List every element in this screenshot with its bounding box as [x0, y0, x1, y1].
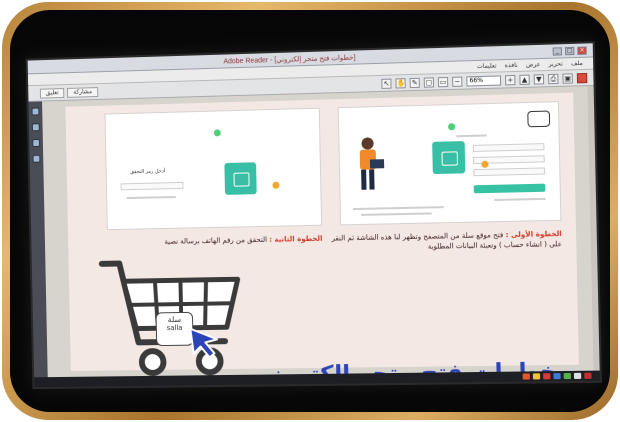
window-controls: _ □ ×: [552, 45, 587, 56]
page-down-icon[interactable]: ▼: [533, 73, 545, 85]
maximize-button[interactable]: □: [564, 46, 575, 55]
tab-strip: تعليق مشاركة: [39, 86, 99, 99]
phone-field: [473, 167, 546, 177]
signup-button: [473, 183, 546, 194]
step-one-caption: الخطوة الأولى : فتح موقع سلة من المتصفح …: [331, 229, 562, 254]
menu-item-window[interactable]: نافذة: [505, 62, 518, 69]
orange-dot-icon: [272, 181, 280, 189]
menu-item-file[interactable]: ملف: [571, 60, 583, 67]
salla-logo-icon: [527, 110, 551, 128]
caption-line: [361, 212, 432, 216]
tool-comment-icon[interactable]: ✎: [409, 77, 420, 88]
step-two-label: الخطوة الثانية :: [269, 234, 323, 244]
zoom-out-icon[interactable]: −: [452, 76, 463, 87]
verify-code-text: أدخل رمز التحقق: [130, 168, 166, 176]
dark-background: Adobe Reader - [خطوات فتح متجر إلكتروني]…: [10, 10, 610, 412]
menu-item-help[interactable]: تعليمات: [477, 62, 497, 70]
tab-comment[interactable]: تعليق: [39, 87, 65, 99]
menu-item-edit[interactable]: تحرير: [549, 60, 563, 68]
pages-panel-icon[interactable]: [31, 107, 40, 116]
store-bag-icon: [224, 162, 257, 195]
taskbar-app-icon[interactable]: [553, 373, 561, 380]
taskbar-app-icon[interactable]: [563, 372, 571, 380]
taskbar-app-icon[interactable]: [543, 373, 551, 380]
salla-verify-screenshot: أدخل رمز التحقق: [104, 107, 323, 231]
mouse-pointer-icon: [187, 325, 221, 359]
form-line: [126, 195, 176, 200]
toolbar-spacer: [102, 84, 378, 92]
zoom-in-icon[interactable]: +: [505, 74, 516, 85]
taskbar-app-icon[interactable]: [522, 373, 530, 380]
zoom-field[interactable]: 66%: [466, 74, 502, 86]
print-icon[interactable]: ⎙: [548, 73, 559, 84]
step-two-text: التحقق من رقم الهاتف برسالة نصية: [164, 235, 268, 246]
minimize-button[interactable]: _: [552, 46, 563, 56]
form-line: [456, 134, 487, 138]
taskbar-app-icon[interactable]: [584, 372, 592, 379]
save-icon[interactable]: ▣: [562, 72, 573, 84]
green-dot-icon: [213, 129, 221, 137]
salla-signup-screenshot: [337, 101, 562, 226]
attachments-panel-icon[interactable]: [32, 138, 41, 148]
step-two-caption: الخطوة الثانية : التحقق من رقم الهاتف بر…: [164, 234, 322, 247]
bookmarks-panel-icon[interactable]: [31, 123, 40, 132]
tab-share[interactable]: مشاركة: [67, 86, 99, 98]
taskbar-app-icon[interactable]: [532, 373, 541, 380]
document-area: أدخل رمز التحقق الخطوة الأولى : فتح موقع…: [42, 86, 594, 378]
tool-fit-page-icon[interactable]: ▢: [423, 76, 435, 88]
monitor-screen: Adobe Reader - [خطوات فتح متجر إلكتروني]…: [25, 41, 602, 390]
caption-line: [352, 206, 444, 211]
tool-hand-icon[interactable]: ✋: [395, 77, 406, 89]
orange-dot-icon: [481, 160, 489, 168]
page-up-icon[interactable]: ▲: [519, 74, 530, 85]
taskbar-app-icon[interactable]: [573, 372, 582, 380]
tool-select-icon[interactable]: ↖: [381, 78, 392, 89]
form-line: [494, 197, 546, 201]
decorative-frame: Adobe Reader - [خطوات فتح متجر إلكتروني]…: [2, 2, 618, 420]
close-button[interactable]: ×: [577, 45, 587, 55]
step-one-label: الخطوة الأولى :: [505, 229, 562, 240]
name-field: [472, 143, 545, 152]
green-dot-icon: [447, 123, 456, 131]
store-bag-icon: [432, 141, 466, 175]
menu-item-view[interactable]: عرض: [526, 61, 541, 69]
pdf-slide: أدخل رمز التحقق الخطوة الأولى : فتح موقع…: [65, 92, 579, 378]
create-pdf-icon[interactable]: [576, 72, 588, 83]
code-field: [120, 181, 184, 191]
tool-fit-width-icon[interactable]: ▭: [437, 76, 449, 87]
person-laptop-icon: [359, 137, 385, 190]
signatures-panel-icon[interactable]: [32, 154, 41, 163]
